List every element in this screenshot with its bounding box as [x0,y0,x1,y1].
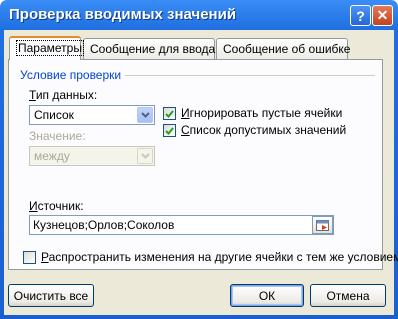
chevron-down-icon[interactable] [137,107,153,123]
data-type-label: Тип данных: [29,88,97,102]
source-value: Кузнецов;Орлов;Соколов [33,218,175,232]
title-bar[interactable]: Проверка вводимых значений ? ✕ [0,0,398,30]
range-select-icon [316,219,329,231]
dialog-title: Проверка вводимых значений [9,6,237,23]
clear-all-button[interactable]: Очистить все [8,284,94,307]
apply-all-checkbox[interactable] [23,251,36,264]
access-key: Т [29,88,36,102]
tab-panel: Условие проверки Тип данных: Список Знач… [8,59,398,270]
checkmark-icon [165,109,174,118]
label-text: аспространить изменения на другие ячейки… [48,250,398,264]
close-icon: ✕ [376,7,389,23]
tab-label: Сообщение для ввода [90,42,216,56]
ignore-blank-label[interactable]: Игнорировать пустые ячейки [181,106,342,120]
tab-input-message[interactable]: Сообщение для ввода [83,38,215,59]
source-label: Источник: [29,199,84,213]
range-select-button[interactable] [312,216,333,234]
ok-button[interactable]: ОК [230,284,304,307]
dialog-body: Параметры Сообщение для ввода Сообщение … [4,30,398,315]
data-type-select[interactable]: Список [29,105,155,125]
value-label: Значение: [29,129,86,143]
access-key: И [29,199,38,213]
select-value: между [34,149,70,163]
label-text: ип данных: [35,88,98,102]
select-value: Список [34,108,74,122]
in-cell-dropdown-label[interactable]: Список допустимых значений [181,123,346,137]
label-text: писок допустимых значений [189,123,347,137]
chevron-down-icon [137,148,153,164]
group-divider [113,75,375,76]
access-key: Р [41,250,49,264]
in-cell-dropdown-checkbox[interactable] [163,124,176,137]
dialog-window: Проверка вводимых значений ? ✕ Параметры… [0,0,398,319]
value-select: между [29,146,155,166]
apply-all-label[interactable]: Распространить изменения на другие ячейк… [41,250,398,264]
close-button[interactable]: ✕ [372,5,393,26]
checkmark-icon [165,126,174,135]
tab-error-alert[interactable]: Сообщение об ошибке [216,38,351,59]
source-input[interactable]: Кузнецов;Орлов;Соколов [29,215,334,235]
cancel-button[interactable]: Отмена [310,284,386,307]
help-icon: ? [356,7,365,24]
label-text: сточник: [37,199,84,213]
access-key: И [181,106,190,120]
group-title: Условие проверки [20,68,126,82]
access-key: С [181,123,190,137]
tab-parameters[interactable]: Параметры [9,36,84,60]
ignore-blank-checkbox[interactable] [163,107,176,120]
tab-label: Сообщение об ошибке [223,42,351,56]
label-text: гнорировать пустые ячейки [189,106,343,120]
tab-label: Параметры [16,40,84,56]
help-button[interactable]: ? [350,5,371,26]
